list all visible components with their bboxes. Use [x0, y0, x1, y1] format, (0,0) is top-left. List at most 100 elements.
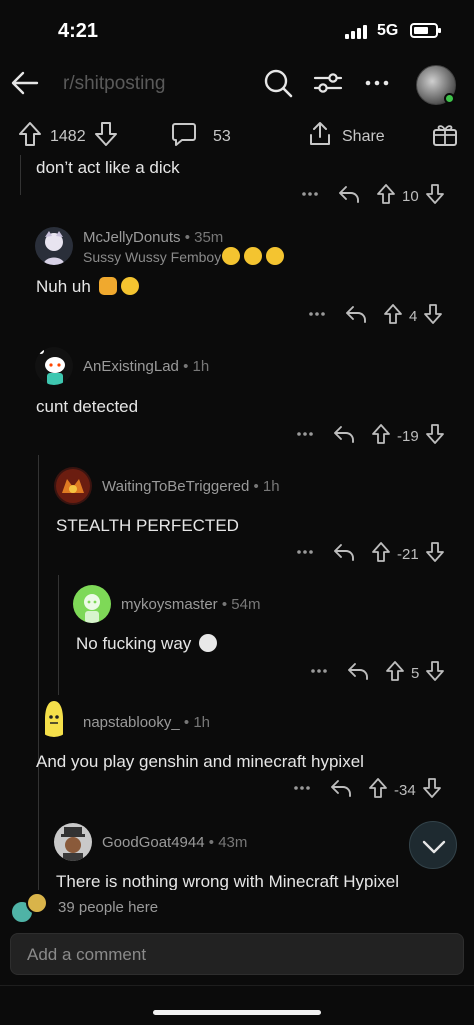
vote-count: 10 — [402, 187, 419, 205]
post-action-bar: 1482 53 Share — [0, 115, 474, 155]
avatar[interactable] — [54, 823, 92, 861]
comment-author-line: McJellyDonuts • 35m — [83, 229, 224, 246]
subreddit-name[interactable]: r/shitposting — [63, 73, 165, 95]
upvote-icon[interactable] — [376, 183, 396, 210]
more-options-icon[interactable] — [295, 542, 315, 567]
upvote-icon[interactable] — [385, 660, 405, 687]
avatar[interactable] — [35, 227, 73, 265]
skull-icon — [199, 634, 218, 652]
avatar[interactable] — [54, 467, 92, 505]
more-options-icon[interactable] — [307, 304, 327, 329]
comment-bubble-icon — [171, 121, 197, 152]
reply-icon[interactable] — [345, 304, 367, 329]
status-bar: 4:21 5G — [0, 0, 474, 60]
vote-count: -19 — [397, 427, 419, 445]
comment-time: 43m — [218, 834, 248, 851]
comment-time: 35m — [194, 229, 224, 246]
battery-icon — [410, 23, 441, 38]
user-flair: Sussy Wussy Femboy — [83, 247, 285, 265]
vote-count: -34 — [394, 781, 416, 799]
search-icon[interactable] — [263, 68, 293, 98]
more-options-icon[interactable] — [300, 184, 320, 209]
more-options-icon[interactable] — [292, 778, 312, 803]
comment-author[interactable]: GoodGoat4944 — [102, 834, 205, 851]
comment-author[interactable]: napstablooky_ — [83, 714, 180, 731]
avatar[interactable] — [35, 699, 73, 737]
downvote-icon[interactable] — [423, 303, 443, 330]
comment-body: don’t act like a dick — [36, 158, 180, 177]
downvote-icon[interactable] — [425, 183, 445, 210]
vote-count: 4 — [409, 307, 418, 325]
downvote-icon[interactable] — [425, 541, 445, 568]
more-options-icon[interactable] — [309, 661, 329, 686]
flushed-face-icon — [266, 247, 285, 265]
post-vote-group: 1482 — [18, 121, 118, 152]
chevron-down-icon — [422, 840, 446, 854]
downvote-icon[interactable] — [422, 777, 442, 804]
upvote-icon[interactable] — [383, 303, 403, 330]
comment-body: And you play genshin and minecraft hypix… — [36, 752, 364, 771]
comment-time: 54m — [231, 596, 261, 613]
comment-count: 53 — [213, 127, 231, 145]
comment-actions: 4 — [307, 303, 443, 330]
award-button[interactable] — [432, 121, 458, 152]
upvote-icon[interactable] — [368, 777, 388, 804]
thread-line — [58, 575, 59, 695]
laughing-face-icon — [120, 277, 139, 295]
comment-author-line: GoodGoat4944 • 43m — [102, 834, 248, 851]
scroll-down-button[interactable] — [409, 821, 457, 869]
reply-icon[interactable] — [347, 661, 369, 686]
divider — [0, 985, 474, 986]
add-comment-input[interactable]: Add a comment — [10, 933, 464, 975]
downvote-icon[interactable] — [425, 423, 445, 450]
more-options-icon[interactable] — [362, 68, 392, 98]
reply-icon[interactable] — [333, 542, 355, 567]
comment-author[interactable]: McJellyDonuts — [83, 229, 181, 246]
comment-author[interactable]: WaitingToBeTriggered — [102, 478, 249, 495]
reply-icon[interactable] — [338, 184, 360, 209]
reply-icon[interactable] — [333, 424, 355, 449]
reply-icon[interactable] — [330, 778, 352, 803]
home-indicator[interactable] — [153, 1010, 321, 1015]
top-nav: r/shitposting — [0, 60, 474, 110]
presence-count: 39 people here — [58, 899, 159, 916]
flushed-face-icon — [244, 247, 263, 265]
comment-actions: 5 — [309, 660, 445, 687]
comment-actions: -19 — [295, 423, 445, 450]
comment-author-line: mykoysmaster • 54m — [121, 596, 261, 613]
more-options-icon[interactable] — [295, 424, 315, 449]
network-type: 5G — [377, 22, 399, 39]
share-icon — [308, 121, 332, 152]
downvote-icon[interactable] — [94, 121, 118, 152]
comment-actions: -21 — [295, 541, 445, 568]
comment-time: 1h — [192, 358, 210, 375]
comment-author-line: WaitingToBeTriggered • 1h — [102, 478, 280, 495]
comment-author-line: AnExistingLad • 1h — [83, 358, 210, 375]
comment-actions: 10 — [300, 183, 445, 210]
vote-count: 5 — [411, 664, 420, 682]
comment-body: cunt detected — [36, 397, 139, 416]
punch-icon — [98, 277, 117, 295]
comment-author[interactable]: mykoysmaster — [121, 596, 218, 613]
online-status-dot — [444, 93, 455, 104]
avatar[interactable] — [73, 585, 111, 623]
comment-body: There is nothing wrong with Minecraft Hy… — [56, 872, 399, 890]
avatar[interactable] — [35, 347, 73, 385]
comment-thread: don’t act like a dick 10 McJellyDonuts •… — [0, 155, 474, 890]
upvote-icon[interactable] — [371, 423, 391, 450]
downvote-icon[interactable] — [425, 660, 445, 687]
vote-count: -21 — [397, 545, 419, 563]
thread-line — [38, 815, 39, 890]
upvote-icon[interactable] — [18, 121, 42, 152]
post-vote-count: 1482 — [50, 127, 86, 145]
comment-author[interactable]: AnExistingLad — [83, 358, 179, 375]
comments-button[interactable]: 53 — [171, 121, 231, 152]
comment-body: STEALTH PERFECTED — [56, 516, 239, 535]
share-label: Share — [342, 127, 385, 145]
status-time: 4:21 — [58, 20, 99, 42]
share-button[interactable]: Share — [308, 121, 385, 152]
back-arrow-icon[interactable] — [10, 68, 40, 98]
sort-filter-icon[interactable] — [313, 68, 343, 98]
signal-icon — [345, 25, 369, 39]
upvote-icon[interactable] — [371, 541, 391, 568]
